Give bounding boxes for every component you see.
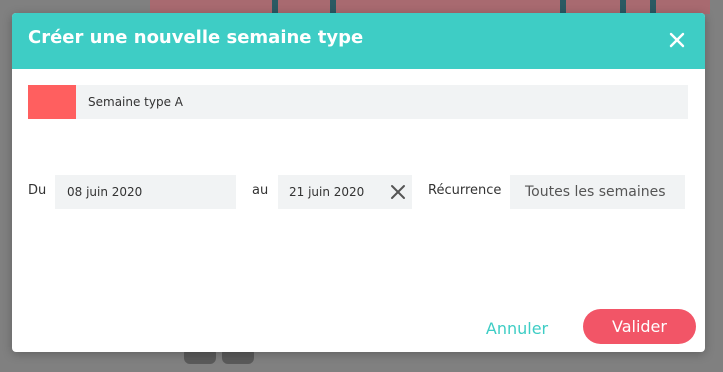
background-stripe <box>620 0 626 14</box>
background-card <box>150 0 710 14</box>
week-name-input[interactable] <box>88 85 668 119</box>
background-illustration <box>222 350 254 364</box>
end-date-field[interactable]: 21 juin 2020 <box>278 175 412 209</box>
to-label: au <box>252 183 269 198</box>
week-name-row <box>28 85 688 119</box>
close-button[interactable] <box>663 26 691 54</box>
modal-title: Créer une nouvelle semaine type <box>28 27 364 48</box>
close-icon[interactable] <box>388 182 408 202</box>
validate-button[interactable]: Valider <box>583 309 696 344</box>
recurrence-value: Toutes les semaines <box>525 184 666 200</box>
color-picker-swatch[interactable] <box>28 85 76 119</box>
background-illustration <box>184 350 216 364</box>
background-stripe <box>650 0 656 14</box>
from-label: Du <box>28 183 47 198</box>
start-date-value: 08 juin 2020 <box>67 185 143 199</box>
recurrence-label: Récurrence <box>428 183 502 198</box>
background-stripe <box>560 0 566 14</box>
start-date-field[interactable]: 08 juin 2020 <box>55 175 236 209</box>
background-stripe <box>272 0 278 14</box>
close-icon <box>669 32 685 48</box>
cancel-button[interactable]: Annuler <box>472 311 562 345</box>
end-date-value: 21 juin 2020 <box>289 185 365 199</box>
recurrence-select[interactable]: Toutes les semaines <box>510 175 685 209</box>
create-week-modal: Créer une nouvelle semaine type Du 08 ju… <box>12 13 705 352</box>
modal-header: Créer une nouvelle semaine type <box>12 13 705 69</box>
background-stripe <box>330 0 336 14</box>
